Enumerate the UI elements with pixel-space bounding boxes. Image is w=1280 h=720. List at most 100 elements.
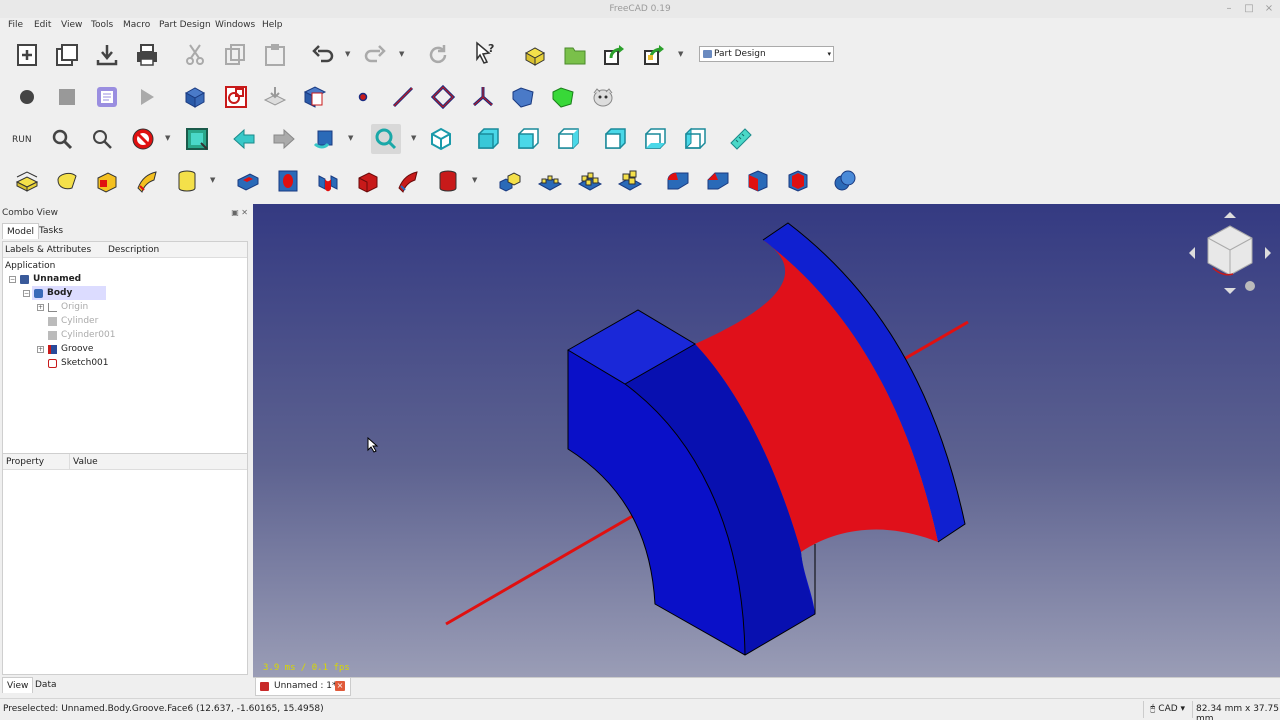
- tab-view[interactable]: View: [2, 677, 34, 693]
- record-macro-icon[interactable]: [12, 82, 42, 112]
- column-property[interactable]: Property: [6, 457, 44, 467]
- undo-dropdown-icon[interactable]: ▼: [345, 50, 350, 58]
- measure-distance-icon[interactable]: [726, 124, 756, 154]
- linear-pattern-icon[interactable]: [535, 166, 565, 196]
- 3d-viewport[interactable]: 3.9 ms / 0.1 fps: [253, 204, 1280, 677]
- menu-part-design[interactable]: Part Design: [159, 20, 211, 30]
- expand-icon[interactable]: +: [37, 346, 44, 353]
- additive-primitive-dropdown-icon[interactable]: ▼: [210, 176, 215, 184]
- create-clone-icon[interactable]: [588, 82, 618, 112]
- link-dropdown-icon[interactable]: ▼: [678, 50, 683, 58]
- bottom-view-icon[interactable]: [640, 124, 670, 154]
- cut-icon[interactable]: [180, 40, 210, 70]
- create-sketch-icon[interactable]: [180, 82, 210, 112]
- dock-buttons[interactable]: ▣ ✕: [231, 208, 248, 217]
- subtractive-cylinder-icon[interactable]: [433, 166, 463, 196]
- top-view-icon[interactable]: [513, 124, 543, 154]
- additive-cylinder-icon[interactable]: [172, 166, 202, 196]
- run-label[interactable]: RUN: [12, 135, 32, 145]
- workbench-selector[interactable]: Part Design ▾: [699, 46, 834, 62]
- view-section-icon[interactable]: [300, 82, 330, 112]
- sync-dropdown-icon[interactable]: ▼: [348, 134, 353, 142]
- redo-dropdown-icon[interactable]: ▼: [399, 50, 404, 58]
- pad-icon[interactable]: [12, 166, 42, 196]
- rear-view-icon[interactable]: [600, 124, 630, 154]
- create-datum-line-icon[interactable]: [388, 82, 418, 112]
- groove-icon[interactable]: [313, 166, 343, 196]
- menu-macro[interactable]: Macro: [123, 20, 150, 30]
- menu-file[interactable]: File: [8, 20, 23, 30]
- menu-view[interactable]: View: [61, 20, 82, 30]
- sync-view-icon[interactable]: [310, 124, 340, 154]
- thickness-icon[interactable]: [783, 166, 813, 196]
- view-fit-icon[interactable]: [371, 124, 401, 154]
- fit-selection-icon[interactable]: [87, 124, 117, 154]
- subtractive-primitive-dropdown-icon[interactable]: ▼: [472, 176, 477, 184]
- boolean-icon[interactable]: [830, 166, 860, 196]
- draw-style-dropdown-icon[interactable]: ▼: [165, 134, 170, 142]
- bounding-box-icon[interactable]: [182, 124, 212, 154]
- multi-transform-icon[interactable]: [615, 166, 645, 196]
- create-link-group-icon[interactable]: [640, 40, 670, 70]
- view-dropdown-icon[interactable]: ▼: [411, 134, 416, 142]
- navigation-style-selector[interactable]: 🖰 CAD ▾: [1150, 704, 1185, 714]
- print-icon[interactable]: [132, 40, 162, 70]
- open-document-icon[interactable]: [52, 40, 82, 70]
- whats-this-icon[interactable]: ?: [470, 38, 500, 68]
- maximize-icon[interactable]: □: [1242, 2, 1256, 16]
- collapse-icon[interactable]: −: [9, 276, 16, 283]
- back-arrow-icon[interactable]: [229, 124, 259, 154]
- create-body-icon[interactable]: [520, 40, 550, 70]
- create-datum-plane-icon[interactable]: [428, 82, 458, 112]
- save-icon[interactable]: [92, 40, 122, 70]
- edit-sketch-icon[interactable]: [221, 82, 251, 112]
- expand-icon[interactable]: +: [37, 304, 44, 311]
- create-subshape-binder-icon[interactable]: [548, 82, 578, 112]
- front-view-icon[interactable]: [473, 124, 503, 154]
- navigation-cube-icon[interactable]: [1185, 208, 1275, 298]
- polar-pattern-icon[interactable]: [575, 166, 605, 196]
- menu-help[interactable]: Help: [262, 20, 283, 30]
- right-view-icon[interactable]: [553, 124, 583, 154]
- isometric-view-icon[interactable]: [426, 124, 456, 154]
- subtractive-pipe-icon[interactable]: [393, 166, 423, 196]
- execute-macro-icon[interactable]: [132, 82, 162, 112]
- macros-icon[interactable]: [92, 82, 122, 112]
- menu-tools[interactable]: Tools: [91, 20, 113, 30]
- pocket-icon[interactable]: [233, 166, 263, 196]
- create-part-icon[interactable]: [560, 40, 590, 70]
- close-icon[interactable]: ×: [1262, 2, 1276, 16]
- fillet-icon[interactable]: [663, 166, 693, 196]
- revolution-icon[interactable]: [52, 166, 82, 196]
- column-value[interactable]: Value: [73, 457, 98, 467]
- tab-data[interactable]: Data: [31, 677, 61, 693]
- additive-loft-icon[interactable]: [92, 166, 122, 196]
- minimize-icon[interactable]: –: [1222, 2, 1236, 16]
- undo-icon[interactable]: [308, 40, 338, 70]
- mirrored-icon[interactable]: [495, 166, 525, 196]
- collapse-icon[interactable]: −: [23, 290, 30, 297]
- create-shape-binder-icon[interactable]: [508, 82, 538, 112]
- redo-icon[interactable]: [360, 40, 390, 70]
- new-document-icon[interactable]: [12, 40, 42, 70]
- draft-icon[interactable]: [743, 166, 773, 196]
- create-local-cs-icon[interactable]: [468, 82, 498, 112]
- chamfer-icon[interactable]: [703, 166, 733, 196]
- map-sketch-icon[interactable]: [260, 82, 290, 112]
- forward-arrow-icon[interactable]: [269, 124, 299, 154]
- column-labels-attributes[interactable]: Labels & Attributes: [5, 245, 91, 255]
- copy-icon[interactable]: [220, 40, 250, 70]
- create-datum-point-icon[interactable]: [348, 82, 378, 112]
- document-tab[interactable]: Unnamed : 1* ×: [255, 678, 351, 696]
- menu-windows[interactable]: Windows: [215, 20, 255, 30]
- refresh-icon[interactable]: [423, 40, 453, 70]
- create-link-icon[interactable]: [600, 40, 630, 70]
- fit-all-icon[interactable]: [47, 124, 77, 154]
- tab-tasks[interactable]: Tasks: [35, 223, 67, 239]
- hole-icon[interactable]: [273, 166, 303, 196]
- column-description[interactable]: Description: [108, 245, 159, 255]
- subtractive-loft-icon[interactable]: [353, 166, 383, 196]
- paste-icon[interactable]: [260, 40, 290, 70]
- additive-pipe-icon[interactable]: [132, 166, 162, 196]
- close-tab-icon[interactable]: ×: [335, 681, 345, 691]
